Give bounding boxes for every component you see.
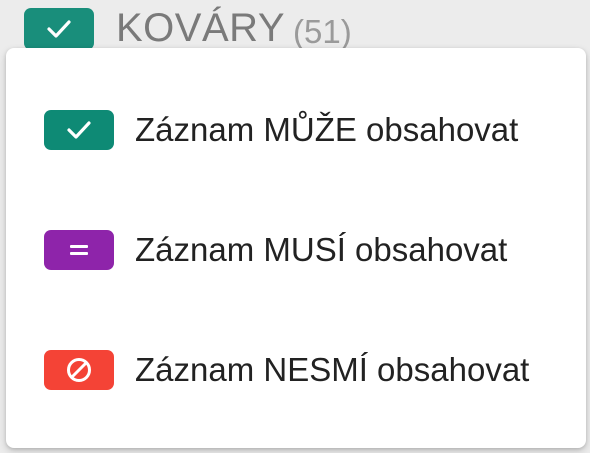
- menu-item-label: Záznam MŮŽE obsahovat: [135, 111, 519, 148]
- menu-item-must-contain[interactable]: Záznam MUSÍ obsahovat: [6, 205, 586, 295]
- filter-mode-menu: Záznam MŮŽE obsahovat Záznam MUSÍ obsaho…: [6, 48, 586, 448]
- must-not-contain-badge: [44, 350, 114, 390]
- facet-header-badge[interactable]: [24, 8, 94, 50]
- check-icon: [67, 121, 91, 139]
- menu-item-may-contain[interactable]: Záznam MŮŽE obsahovat: [6, 85, 586, 175]
- must-contain-badge: [44, 230, 114, 270]
- menu-item-label: Záznam NESMÍ obsahovat: [135, 351, 530, 388]
- equals-icon: [70, 245, 88, 255]
- menu-item-must-not-contain[interactable]: Záznam NESMÍ obsahovat: [6, 325, 586, 415]
- facet-title: KOVÁRY: [116, 6, 285, 50]
- may-contain-badge: [44, 110, 114, 150]
- facet-count: (51): [293, 13, 352, 50]
- prohibited-icon: [67, 358, 91, 382]
- menu-item-label: Záznam MUSÍ obsahovat: [135, 231, 508, 268]
- check-icon: [47, 20, 71, 38]
